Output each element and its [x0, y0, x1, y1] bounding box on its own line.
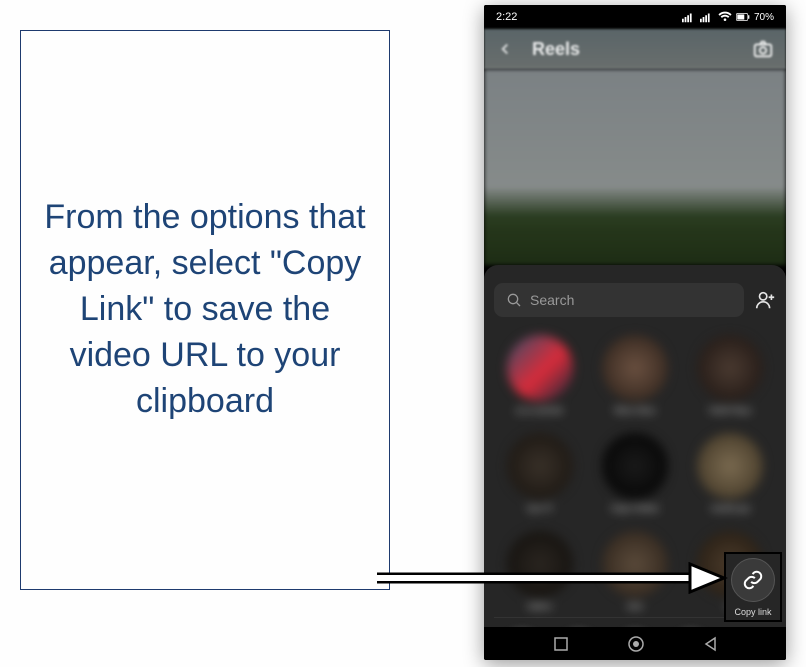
- search-input[interactable]: Search: [494, 283, 744, 317]
- contact-item[interactable]: Harith Rayu: [689, 335, 772, 415]
- search-placeholder: Search: [530, 292, 574, 308]
- avatar: [507, 335, 573, 401]
- contact-label: Joselle gny: [710, 504, 750, 513]
- camera-icon[interactable]: [752, 38, 774, 60]
- status-bar: 2:22 70%: [484, 5, 786, 29]
- avatar: [697, 433, 763, 499]
- video-content: [484, 69, 786, 265]
- contact-label: Adm: [627, 602, 643, 611]
- contact-item[interactable]: Ange Onilkan: [593, 433, 676, 513]
- avatar: [507, 433, 573, 499]
- contact-label: Ayer Pi: [527, 504, 553, 513]
- nav-back-icon[interactable]: [703, 636, 717, 652]
- avatar: [697, 335, 763, 401]
- contact-label: Manu Nasu: [615, 406, 656, 415]
- avatar: [602, 433, 668, 499]
- pointer-arrow: [372, 562, 732, 594]
- status-icons: 70%: [682, 11, 774, 23]
- contact-label: Ange Onilkan: [611, 504, 659, 513]
- action-label: Copy link: [734, 607, 771, 617]
- nav-recents-icon[interactable]: [553, 636, 569, 652]
- search-icon: [506, 292, 522, 308]
- status-time: 2:22: [496, 11, 517, 23]
- battery-percent: 70%: [754, 12, 774, 23]
- back-icon[interactable]: [496, 40, 514, 58]
- reels-header: Reels: [484, 29, 786, 69]
- contact-item[interactable]: Ayer Pi: [498, 433, 581, 513]
- contact-label: pt ss asshole: [516, 406, 563, 415]
- signal-icon: [700, 11, 714, 23]
- link-icon: [742, 569, 764, 591]
- copy-link-button[interactable]: Copy link: [724, 552, 782, 622]
- page-title: Reels: [532, 39, 580, 60]
- battery-icon: [736, 11, 750, 23]
- add-person-icon[interactable]: [754, 289, 776, 311]
- instruction-text: From the options that appear, select "Co…: [41, 195, 369, 424]
- contact-label: Harith Rayu: [709, 406, 751, 415]
- wifi-icon: [718, 11, 732, 23]
- contact-item[interactable]: pt ss asshole: [498, 335, 581, 415]
- android-nav-bar: [484, 627, 786, 660]
- signal-icon: [682, 11, 696, 23]
- avatar: [602, 335, 668, 401]
- contact-item[interactable]: Joselle gny: [689, 433, 772, 513]
- nav-home-icon[interactable]: [627, 635, 645, 653]
- contact-item[interactable]: Manu Nasu: [593, 335, 676, 415]
- contact-label: Adithm: [527, 602, 552, 611]
- instruction-panel: From the options that appear, select "Co…: [20, 30, 390, 590]
